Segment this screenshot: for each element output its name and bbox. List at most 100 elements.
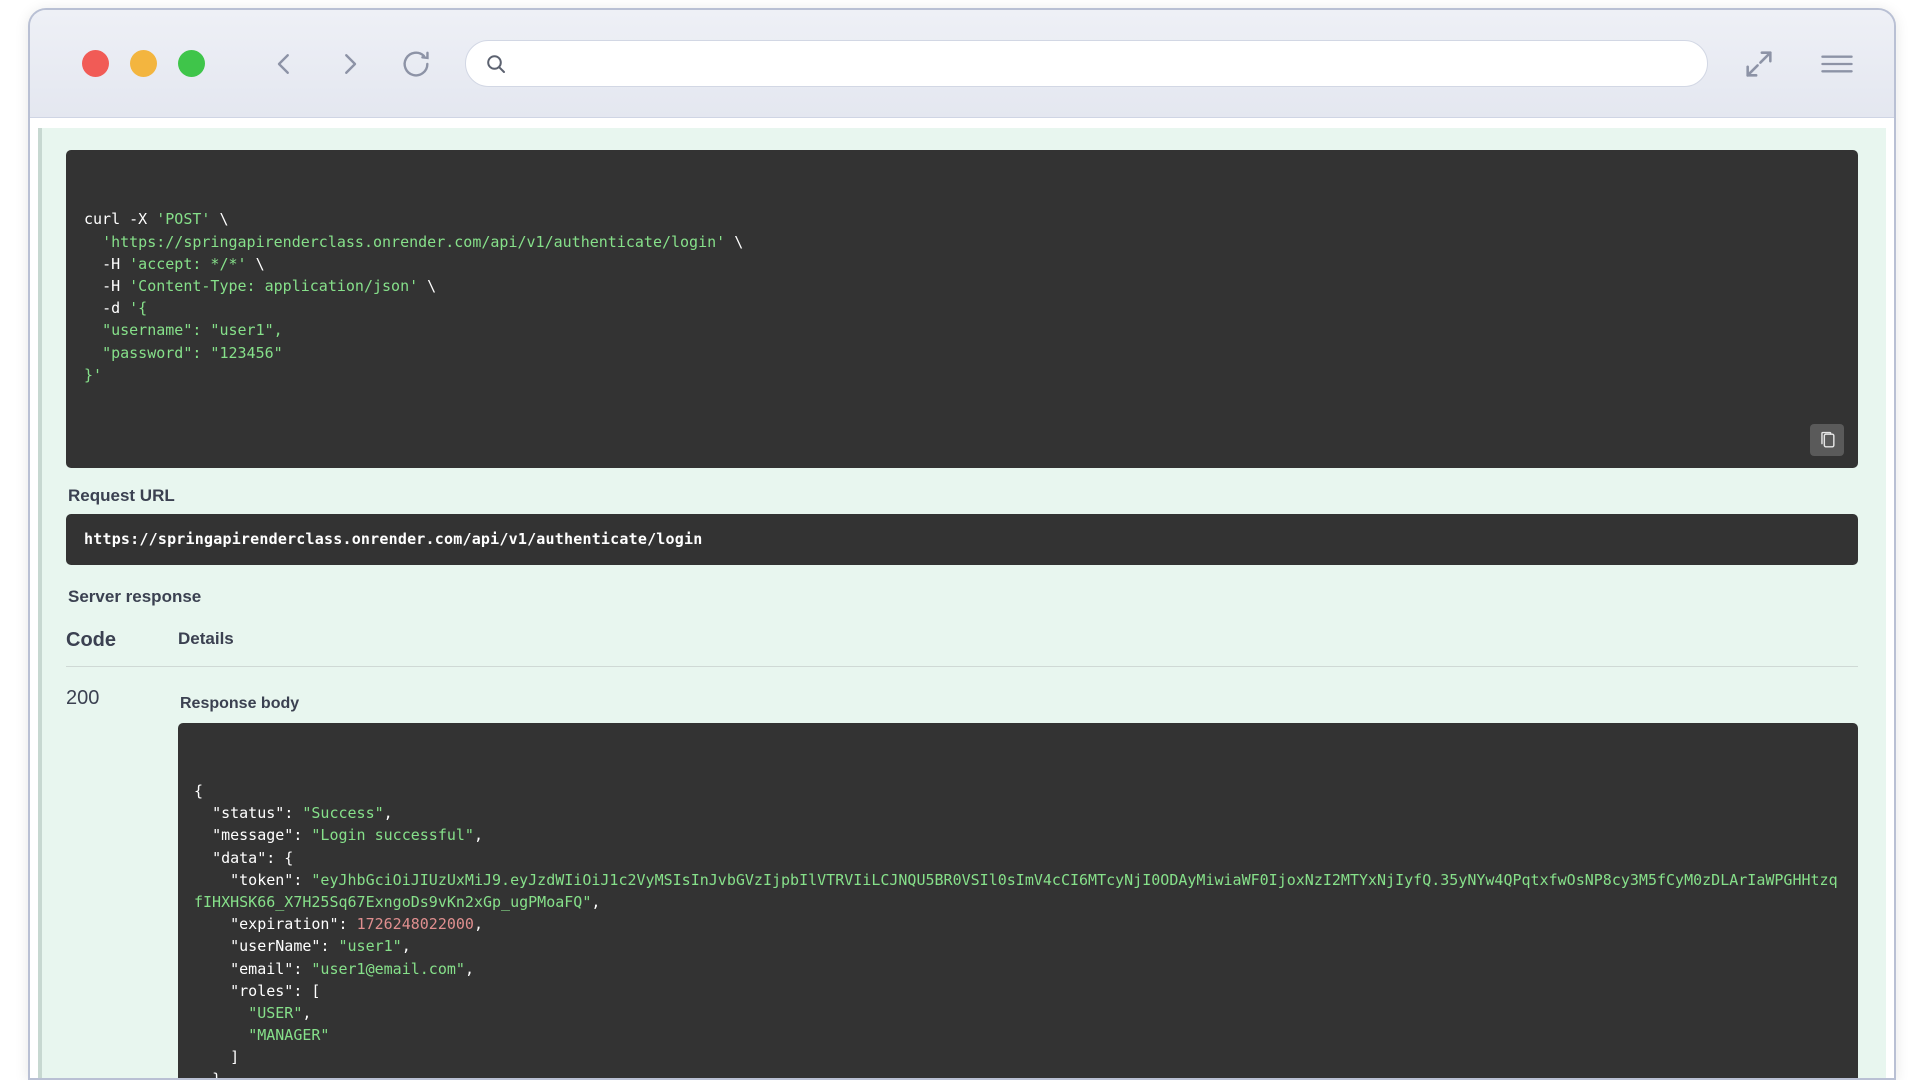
code-line: "status": "Success", bbox=[194, 802, 1842, 824]
response-code: 200 bbox=[66, 686, 100, 709]
code-token: 'POST' bbox=[156, 210, 211, 229]
code-token: : { bbox=[266, 848, 294, 867]
code-line: "expiration": 1726248022000, bbox=[194, 913, 1842, 935]
code-line: "roles": [ bbox=[194, 980, 1842, 1002]
minimize-window-button[interactable] bbox=[130, 50, 157, 77]
code-line: "USER", bbox=[194, 1002, 1842, 1024]
code-line: -H 'accept: */*' \ bbox=[84, 253, 1840, 275]
code-token: "data" bbox=[212, 848, 267, 867]
browser-window: curl -X 'POST' \ 'https://springapirende… bbox=[28, 8, 1896, 1080]
copy-curl-button[interactable] bbox=[1810, 424, 1844, 457]
response-body-label: Response body bbox=[180, 694, 300, 712]
reload-icon bbox=[403, 51, 429, 77]
code-token: ] bbox=[194, 1048, 240, 1067]
code-token: }' bbox=[84, 365, 103, 384]
code-token: -X bbox=[129, 210, 157, 229]
code-line: "email": "user1@email.com", bbox=[194, 958, 1842, 980]
code-token: "Login successful" bbox=[311, 826, 474, 845]
code-token: 'https://springapirenderclass.onrender.c… bbox=[102, 232, 726, 251]
code-line: "userName": "user1", bbox=[194, 935, 1842, 957]
code-token: 'accept: */*' bbox=[129, 254, 247, 273]
code-token: "user1" bbox=[338, 937, 402, 956]
code-token: "message" bbox=[212, 826, 294, 845]
code-token: : bbox=[338, 915, 357, 934]
column-header-details: Details bbox=[178, 628, 234, 648]
code-line: { bbox=[194, 780, 1842, 802]
expand-arrows-icon bbox=[1746, 50, 1772, 77]
code-token: { bbox=[194, 782, 204, 800]
table-row: 200 Response body { "status": "Success",… bbox=[66, 667, 1858, 1080]
code-token: "expiration" bbox=[230, 915, 339, 934]
url-input[interactable] bbox=[520, 53, 1689, 74]
address-bar[interactable] bbox=[465, 40, 1708, 87]
forward-button[interactable] bbox=[333, 47, 367, 81]
server-response-table: Code Details 200 Response body { "status… bbox=[66, 629, 1858, 1080]
reload-button[interactable] bbox=[399, 47, 433, 81]
code-line: "MANAGER" bbox=[194, 1024, 1842, 1046]
code-token: "Success" bbox=[302, 804, 384, 823]
code-token: "email" bbox=[230, 959, 294, 978]
code-line: -H 'Content-Type: application/json' \ bbox=[84, 275, 1840, 297]
back-button[interactable] bbox=[267, 47, 301, 81]
chevron-left-icon bbox=[277, 53, 289, 74]
code-line: 'https://springapirenderclass.onrender.c… bbox=[84, 231, 1840, 253]
code-token: , bbox=[401, 937, 411, 956]
request-url-value: https://springapirenderclass.onrender.co… bbox=[66, 514, 1858, 565]
response-panel: curl -X 'POST' \ 'https://springapirende… bbox=[38, 128, 1886, 1080]
code-line: "username": "user1", bbox=[84, 319, 1840, 341]
code-token: \ bbox=[418, 276, 437, 295]
code-token: , bbox=[473, 826, 483, 845]
chevron-right-icon bbox=[345, 53, 357, 74]
code-token: 'Content-Type: application/json' bbox=[129, 276, 419, 295]
code-token: } bbox=[194, 1070, 222, 1080]
code-token: -d bbox=[84, 299, 130, 318]
code-line: ] bbox=[194, 1046, 1842, 1068]
menu-button[interactable] bbox=[1820, 47, 1854, 81]
code-token: 1726248022000 bbox=[356, 915, 474, 934]
code-token: -H bbox=[84, 254, 130, 273]
hamburger-menu-icon bbox=[1821, 55, 1853, 72]
maximize-window-button[interactable] bbox=[178, 50, 205, 77]
code-token: : [ bbox=[293, 981, 321, 1000]
code-token: "eyJhbGciOiJIUzUxMiJ9.eyJzdWIiOiJ1c2VyMS… bbox=[194, 870, 1838, 911]
code-token: '{ bbox=[129, 299, 148, 318]
clipboard-icon bbox=[1820, 431, 1835, 448]
navigation-controls bbox=[267, 47, 433, 81]
code-line: "message": "Login successful", bbox=[194, 824, 1842, 846]
response-body-block: { "status": "Success", "message": "Login… bbox=[178, 722, 1858, 1080]
code-line: "data": { bbox=[194, 847, 1842, 869]
code-line: } bbox=[194, 1068, 1842, 1080]
code-token: : bbox=[293, 870, 312, 889]
server-response-label: Server response bbox=[68, 586, 202, 606]
request-url-label: Request URL bbox=[68, 486, 175, 506]
page-viewport: curl -X 'POST' \ 'https://springapirende… bbox=[30, 118, 1894, 1080]
window-actions bbox=[1742, 47, 1854, 81]
search-icon bbox=[484, 52, 508, 76]
curl-command-text: curl -X 'POST' \ 'https://springapirende… bbox=[84, 208, 1840, 386]
code-line: curl -X 'POST' \ bbox=[84, 208, 1840, 230]
code-token: , bbox=[473, 915, 483, 934]
code-token: : bbox=[320, 937, 339, 956]
expand-button[interactable] bbox=[1742, 47, 1776, 81]
code-line: "token": "eyJhbGciOiJIUzUxMiJ9.eyJzdWIiO… bbox=[194, 869, 1842, 913]
close-window-button[interactable] bbox=[82, 50, 109, 77]
curl-command-block: curl -X 'POST' \ 'https://springapirende… bbox=[66, 150, 1858, 469]
code-token: "password": "123456" bbox=[102, 343, 283, 362]
panel-left-accent bbox=[38, 128, 42, 1078]
code-token: : bbox=[284, 804, 303, 823]
code-token: curl bbox=[84, 210, 130, 229]
code-token: "token" bbox=[230, 870, 294, 889]
code-line: "password": "123456" bbox=[84, 342, 1840, 364]
code-token: : bbox=[293, 959, 312, 978]
table-header-row: Code Details bbox=[66, 629, 1858, 667]
